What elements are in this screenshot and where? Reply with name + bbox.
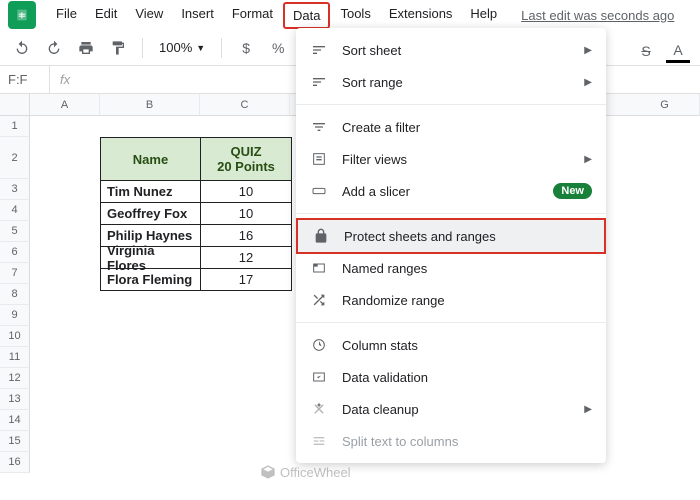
table-row[interactable]: Geoffrey Fox 10	[101, 202, 291, 224]
menu-edit[interactable]: Edit	[87, 2, 125, 29]
cleanup-icon	[310, 400, 328, 418]
cell-quiz[interactable]: 10	[201, 203, 291, 224]
fx-label: fx	[50, 72, 80, 87]
zoom-select[interactable]: 100% ▼	[155, 40, 209, 55]
submenu-arrow-icon: ▶	[584, 45, 592, 56]
undo-button[interactable]	[10, 36, 34, 60]
watermark: OfficeWheel	[260, 464, 351, 480]
row-header[interactable]: 10	[0, 326, 30, 347]
sort-range-icon	[310, 73, 328, 91]
print-button[interactable]	[74, 36, 98, 60]
cell-quiz[interactable]: 10	[201, 181, 291, 202]
table-header-name[interactable]: Name	[101, 138, 201, 180]
row-header[interactable]: 5	[0, 221, 30, 242]
randomize-icon	[310, 291, 328, 309]
row-header[interactable]: 12	[0, 368, 30, 389]
currency-button[interactable]: $	[234, 36, 258, 60]
name-box[interactable]: F:F	[0, 66, 50, 93]
filter-views-icon	[310, 150, 328, 168]
menu-split-text: Split text to columns	[296, 425, 606, 457]
table-row[interactable]: Virginia Flores 12	[101, 246, 291, 268]
row-header[interactable]: 3	[0, 179, 30, 200]
menu-data-cleanup[interactable]: Data cleanup ▶	[296, 393, 606, 425]
menu-bar: File Edit View Insert Format Data Tools …	[48, 2, 505, 29]
menu-extensions[interactable]: Extensions	[381, 2, 461, 29]
menu-named-ranges[interactable]: Named ranges	[296, 252, 606, 284]
menu-filter-views[interactable]: Filter views ▶	[296, 143, 606, 175]
row-header[interactable]: 4	[0, 200, 30, 221]
col-header[interactable]: C	[200, 94, 290, 116]
menu-format[interactable]: Format	[224, 2, 281, 29]
table-header-quiz[interactable]: QUIZ 20 Points	[201, 138, 291, 180]
cell-quiz[interactable]: 12	[201, 247, 291, 268]
paint-format-button[interactable]	[106, 36, 130, 60]
row-header[interactable]: 11	[0, 347, 30, 368]
named-ranges-icon	[310, 259, 328, 277]
filter-icon	[310, 118, 328, 136]
menu-data-validation[interactable]: Data validation	[296, 361, 606, 393]
table-row[interactable]: Tim Nunez 10	[101, 180, 291, 202]
row-header[interactable]: 1	[0, 116, 30, 137]
menu-tools[interactable]: Tools	[332, 2, 378, 29]
validation-icon	[310, 368, 328, 386]
cell-quiz[interactable]: 16	[201, 225, 291, 246]
menu-help[interactable]: Help	[462, 2, 505, 29]
data-table: Name QUIZ 20 Points Tim Nunez 10 Geoffre…	[100, 137, 292, 291]
row-header[interactable]: 2	[0, 137, 30, 179]
stats-icon	[310, 336, 328, 354]
menu-protect-sheets[interactable]: Protect sheets and ranges	[296, 218, 606, 254]
cell-quiz[interactable]: 17	[201, 269, 291, 290]
row-header[interactable]: 6	[0, 242, 30, 263]
row-header[interactable]: 16	[0, 452, 30, 473]
menu-add-slicer[interactable]: Add a slicer New	[296, 175, 606, 207]
row-header[interactable]: 13	[0, 389, 30, 410]
menu-randomize-range[interactable]: Randomize range	[296, 284, 606, 316]
menu-view[interactable]: View	[127, 2, 171, 29]
text-color-button[interactable]: A	[666, 39, 690, 63]
submenu-arrow-icon: ▶	[584, 404, 592, 415]
menu-create-filter[interactable]: Create a filter	[296, 111, 606, 143]
cell-name[interactable]: Geoffrey Fox	[101, 203, 201, 224]
sort-sheet-icon	[310, 41, 328, 59]
cell-name[interactable]: Tim Nunez	[101, 181, 201, 202]
menu-data[interactable]: Data	[283, 2, 330, 29]
last-edit-link[interactable]: Last edit was seconds ago	[521, 8, 674, 23]
redo-button[interactable]	[42, 36, 66, 60]
data-menu-dropdown: Sort sheet ▶ Sort range ▶ Create a filte…	[296, 28, 606, 463]
strikethrough-button[interactable]: S	[634, 39, 658, 63]
col-header[interactable]: B	[100, 94, 200, 116]
row-header[interactable]: 7	[0, 263, 30, 284]
submenu-arrow-icon: ▶	[584, 77, 592, 88]
lock-icon	[312, 227, 330, 245]
col-header[interactable]: A	[30, 94, 100, 116]
row-header[interactable]: 9	[0, 305, 30, 326]
row-header[interactable]: 8	[0, 284, 30, 305]
col-header[interactable]: G	[630, 94, 700, 116]
menu-file[interactable]: File	[48, 2, 85, 29]
menu-insert[interactable]: Insert	[173, 2, 222, 29]
table-row[interactable]: Flora Fleming 17	[101, 268, 291, 290]
split-text-icon	[310, 432, 328, 450]
cell-name[interactable]: Virginia Flores	[101, 247, 201, 268]
submenu-arrow-icon: ▶	[584, 154, 592, 165]
menu-column-stats[interactable]: Column stats	[296, 329, 606, 361]
select-all-corner[interactable]	[0, 94, 30, 116]
percent-button[interactable]: %	[266, 36, 290, 60]
slicer-icon	[310, 182, 328, 200]
sheets-app-icon[interactable]	[8, 1, 36, 29]
row-header[interactable]: 14	[0, 410, 30, 431]
menu-sort-range[interactable]: Sort range ▶	[296, 66, 606, 98]
row-header[interactable]: 15	[0, 431, 30, 452]
cell-name[interactable]: Flora Fleming	[101, 269, 201, 290]
menu-sort-sheet[interactable]: Sort sheet ▶	[296, 34, 606, 66]
new-badge: New	[553, 183, 592, 199]
